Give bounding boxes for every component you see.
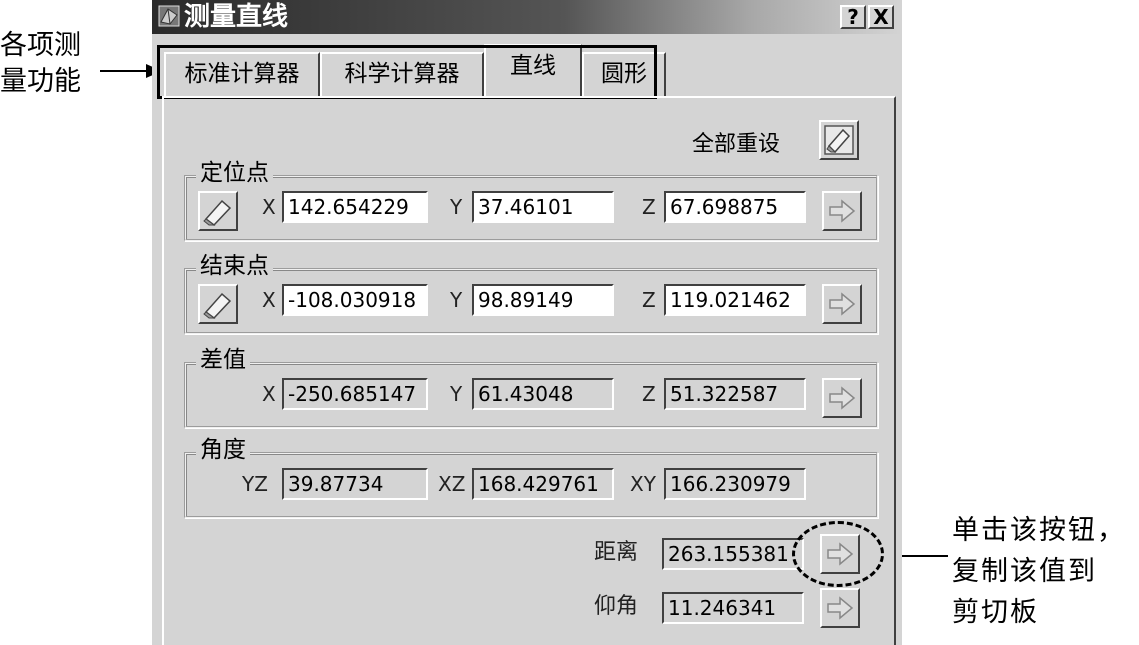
eraser-icon <box>824 125 854 155</box>
angle-xy-field: 166.230979 <box>664 468 806 500</box>
help-button[interactable]: ? <box>840 5 866 29</box>
line-panel: 全部重设 定位点 X 142.654229 Y 37.46101 Z 67.69… <box>162 96 896 645</box>
arrow-right-icon <box>829 199 856 223</box>
annotation-dashed-circle <box>792 521 884 587</box>
tab-circle[interactable]: 圆形 <box>582 52 666 96</box>
distance-label: 距离 <box>594 540 639 565</box>
origin-copy-button[interactable] <box>822 191 862 231</box>
origin-y-label: Y <box>450 195 463 219</box>
tab-bar: 标准计算器 科学计算器 直线 圆形 <box>162 44 902 98</box>
annotation-copy-line1: 单击该按钮， <box>952 515 1126 546</box>
close-button[interactable]: X <box>868 5 894 29</box>
app-icon <box>158 5 180 27</box>
arrow-right-icon <box>829 292 856 316</box>
title-bar[interactable]: 测量直线 ? X <box>152 0 902 34</box>
delta-z-label: Z <box>642 382 656 406</box>
group-origin-title: 定位点 <box>196 159 273 187</box>
end-x-field[interactable]: -108.030918 <box>282 284 428 316</box>
annotation-copy: 单击该按钮， 复制该值到 剪切板 <box>952 510 1126 633</box>
end-z-field[interactable]: 119.021462 <box>664 284 806 316</box>
group-angle-title: 角度 <box>196 436 250 464</box>
group-origin-point: 定位点 X 142.654229 Y 37.46101 Z 67.698875 <box>184 159 878 241</box>
tab-line[interactable]: 直线 <box>484 44 582 98</box>
annotation-copy-line3: 剪切板 <box>952 597 1039 628</box>
angle-xz-label: XZ <box>438 472 466 496</box>
end-z-label: Z <box>642 288 656 312</box>
measure-line-dialog: 测量直线 ? X 标准计算器 科学计算器 直线 圆形 全部重设 定位点 X 14… <box>152 0 902 645</box>
window-title: 测量直线 <box>184 2 289 32</box>
annotation-arrow-left-line <box>100 70 152 72</box>
angle-xy-label: XY <box>630 472 656 496</box>
tab-standard-calculator[interactable]: 标准计算器 <box>164 52 320 96</box>
delta-y-field: 61.43048 <box>472 378 614 410</box>
delta-z-field: 51.322587 <box>664 378 806 410</box>
end-pick-button[interactable] <box>198 284 238 324</box>
arrow-right-icon <box>827 596 854 620</box>
angle-yz-label: YZ <box>242 472 268 496</box>
end-copy-button[interactable] <box>822 284 862 324</box>
eraser-icon <box>203 292 232 320</box>
group-delta: 差值 X -250.685147 Y 61.43048 Z 51.322587 <box>184 346 878 428</box>
annotation-tabs-line1: 各项测 <box>0 30 81 61</box>
elevation-label: 仰角 <box>594 594 639 619</box>
elevation-copy-button[interactable] <box>820 588 860 628</box>
eraser-icon <box>203 199 232 227</box>
origin-pick-button[interactable] <box>198 191 238 231</box>
origin-x-field[interactable]: 142.654229 <box>282 191 428 223</box>
tab-scientific-calculator[interactable]: 科学计算器 <box>320 52 484 96</box>
group-delta-title: 差值 <box>196 346 250 374</box>
reset-all-button[interactable] <box>819 120 859 160</box>
delta-copy-button[interactable] <box>822 378 862 418</box>
end-y-label: Y <box>450 288 463 312</box>
group-end-point: 结束点 X -108.030918 Y 98.89149 Z 119.02146… <box>184 252 878 334</box>
arrow-right-icon <box>829 386 856 410</box>
delta-x-field: -250.685147 <box>282 378 428 410</box>
angle-xz-field: 168.429761 <box>472 468 614 500</box>
origin-y-field[interactable]: 37.46101 <box>472 191 614 223</box>
origin-z-field[interactable]: 67.698875 <box>664 191 806 223</box>
group-end-title: 结束点 <box>196 252 273 280</box>
reset-all-label: 全部重设 <box>692 132 781 157</box>
elevation-field: 11.246341 <box>662 592 804 624</box>
distance-field: 263.155381 <box>662 538 804 570</box>
annotation-tabs: 各项测 量功能 <box>0 28 81 100</box>
end-y-field[interactable]: 98.89149 <box>472 284 614 316</box>
annotation-arrow-right-line <box>900 555 948 557</box>
delta-y-label: Y <box>450 382 463 406</box>
delta-x-label: X <box>262 382 276 406</box>
origin-x-label: X <box>262 195 276 219</box>
annotation-copy-line2: 复制该值到 <box>952 556 1097 587</box>
origin-z-label: Z <box>642 195 656 219</box>
annotation-tabs-line2: 量功能 <box>0 66 81 97</box>
group-angle: 角度 YZ 39.87734 XZ 168.429761 XY 166.2309… <box>184 436 878 518</box>
end-x-label: X <box>262 288 276 312</box>
angle-yz-field: 39.87734 <box>282 468 428 500</box>
